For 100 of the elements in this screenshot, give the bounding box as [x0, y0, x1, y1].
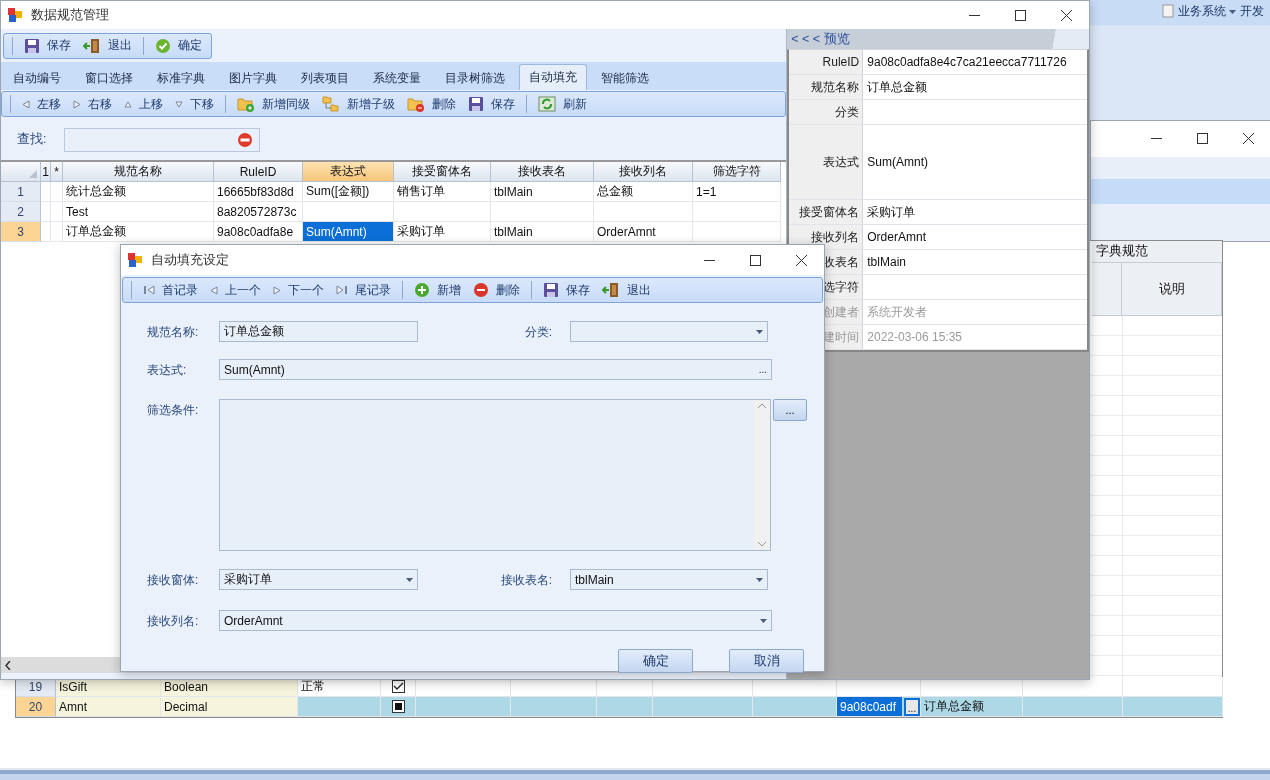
- table-cell: Sum([金额]): [303, 182, 394, 202]
- toolbar-button[interactable]: 尾记录: [331, 279, 396, 301]
- close-icon: [795, 254, 807, 266]
- maximize-icon: [749, 254, 761, 266]
- toolbar-button[interactable]: 下一个: [268, 279, 329, 301]
- column-header[interactable]: RuleID: [214, 162, 303, 182]
- property-label: 接收列名: [789, 225, 864, 249]
- table-cell: 总金额: [594, 182, 693, 202]
- triangle-right-icon: [73, 99, 81, 109]
- triangle-up-icon: [124, 99, 132, 109]
- save-icon: [543, 282, 559, 298]
- row-header[interactable]: 20: [16, 697, 56, 717]
- tab[interactable]: 智能筛选: [591, 66, 659, 90]
- dialog-button[interactable]: 取消: [729, 649, 804, 673]
- toolbar-button[interactable]: 退出: [78, 34, 137, 57]
- property-label: RuleID: [789, 50, 864, 74]
- search-field[interactable]: [64, 127, 261, 152]
- folder-tree-icon: [322, 96, 340, 112]
- table-cell: 订单总金额: [921, 697, 1023, 717]
- toolbar-button[interactable]: 上移: [119, 93, 168, 115]
- expression-field[interactable]: Sum(Amnt) ...: [219, 359, 772, 380]
- tab[interactable]: 自动编号: [3, 66, 71, 90]
- column-header[interactable]: 接受窗体名: [394, 162, 491, 182]
- cell-value: 9a08c0adf: [837, 697, 902, 716]
- collapse-link[interactable]: < < < 预览: [791, 30, 850, 48]
- folder-minus-icon: [407, 96, 425, 112]
- dropdown-field[interactable]: OrderAmnt: [219, 610, 772, 631]
- table-cell[interactable]: 9a08c0adf ...: [837, 697, 921, 717]
- toolbar-button[interactable]: 上一个: [205, 279, 266, 301]
- toolbar-button[interactable]: 新增: [409, 279, 466, 301]
- menu-item[interactable]: 业务系统: [1178, 4, 1236, 19]
- column-header[interactable]: 说明: [1122, 263, 1222, 316]
- toolbar-button[interactable]: 下移: [170, 93, 219, 115]
- check-icon: [392, 682, 404, 691]
- toolbar-button[interactable]: 新增子级: [317, 93, 400, 115]
- menu-item[interactable]: 开发: [1240, 4, 1264, 19]
- row-header[interactable]: 2: [1, 202, 41, 222]
- toolbar-button[interactable]: 删除: [468, 279, 525, 301]
- column-header[interactable]: 接收列名: [594, 162, 693, 182]
- triangle-left-icon: [210, 285, 218, 295]
- toolbar-button[interactable]: 新增同级: [232, 93, 315, 115]
- save-icon: [468, 96, 484, 112]
- table-cell: 订单总金额: [63, 222, 214, 242]
- toolbar-button[interactable]: 左移: [17, 93, 66, 115]
- clear-icon: [237, 131, 254, 148]
- tab[interactable]: 窗口选择: [75, 66, 143, 90]
- skip-first-icon: [143, 285, 155, 295]
- ellipsis-button[interactable]: ...: [904, 697, 920, 716]
- toolbar-button[interactable]: 删除: [402, 93, 461, 115]
- field-label: 接收表名:: [499, 572, 553, 589]
- property-value: 9a08c0adfa8e4c7ca21eecca7711726: [866, 54, 1068, 71]
- dropdown-field[interactable]: tblMain: [570, 569, 768, 590]
- tab[interactable]: 图片字典: [219, 66, 287, 90]
- triangle-left-icon: [22, 99, 30, 109]
- toolbar-button[interactable]: 首记录: [138, 279, 203, 301]
- dialog-button[interactable]: 确定: [618, 649, 693, 673]
- column-group-header: 字典规范: [1092, 241, 1222, 263]
- checkbox[interactable]: [391, 680, 405, 693]
- column-header[interactable]: 表达式: [303, 162, 394, 182]
- field-label: 分类:: [523, 324, 553, 341]
- toolbar-button[interactable]: 确定: [150, 34, 207, 57]
- row-header[interactable]: 3: [1, 222, 41, 242]
- tab[interactable]: 自动填充: [519, 64, 587, 90]
- browse-button[interactable]: ...: [773, 399, 807, 421]
- sort-triangle-icon: [29, 170, 37, 178]
- tab[interactable]: 标准字典: [147, 66, 215, 90]
- caret-icon: [406, 577, 413, 582]
- dropdown-field[interactable]: 采购订单: [219, 569, 418, 590]
- plus-circle-icon: [414, 282, 430, 298]
- property-label: 表达式: [789, 125, 864, 199]
- table-cell: 采购订单: [394, 222, 491, 242]
- window-title: 数据规范管理: [31, 6, 110, 24]
- checkbox[interactable]: [391, 700, 405, 713]
- table-cell: Sum(Amnt): [303, 222, 394, 242]
- tab[interactable]: 列表项目: [291, 66, 359, 90]
- toolbar-button[interactable]: 刷新: [533, 93, 592, 115]
- table-cell: 销售订单: [394, 182, 491, 202]
- search-label: 查找:: [17, 131, 47, 148]
- toolbar-button[interactable]: 保存: [463, 93, 520, 115]
- column-header[interactable]: 规范名称: [63, 162, 214, 182]
- text-field[interactable]: 订单总金额: [219, 321, 418, 342]
- toolbar-button[interactable]: 保存: [538, 279, 595, 301]
- column-header[interactable]: 筛选字符: [693, 162, 781, 182]
- dropdown-field[interactable]: [570, 321, 768, 342]
- caret-icon: [1229, 9, 1236, 14]
- table-cell: 1=1: [693, 182, 781, 202]
- row-header[interactable]: 1: [1, 182, 41, 202]
- skip-last-icon: [336, 285, 348, 295]
- field-label: 接收列名:: [147, 613, 200, 630]
- toolbar-button[interactable]: 保存: [19, 34, 76, 57]
- tab[interactable]: 系统变量: [363, 66, 431, 90]
- column-header[interactable]: 接收表名: [491, 162, 594, 182]
- property-label: 规范名称: [789, 75, 864, 99]
- property-value: tblMain: [866, 254, 907, 271]
- toolbar-button[interactable]: 右移: [68, 93, 117, 115]
- scrollbar[interactable]: [754, 400, 770, 550]
- table-cell: Amnt: [56, 697, 161, 717]
- column-header[interactable]: *: [51, 162, 63, 182]
- toolbar-button[interactable]: 退出: [597, 279, 656, 301]
- tab[interactable]: 目录树筛选: [435, 66, 515, 90]
